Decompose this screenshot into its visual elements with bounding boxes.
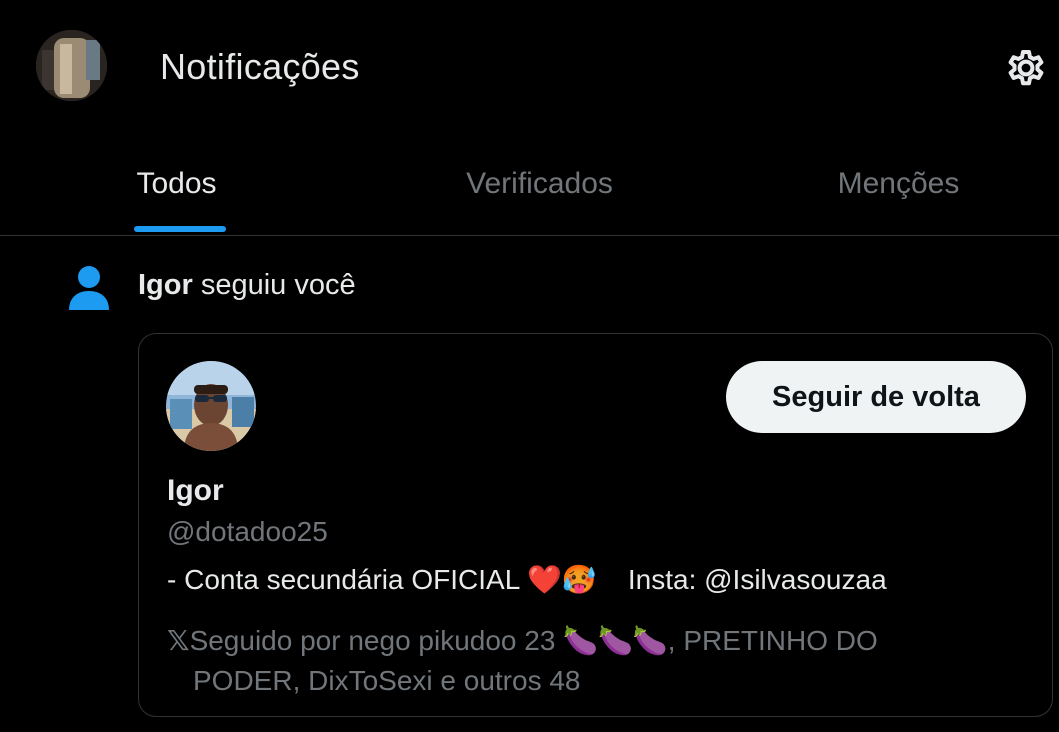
follow-back-button[interactable]: Seguir de volta (726, 361, 1026, 433)
followed-by-text: 𝕏Seguido por nego pikudoo 23 🍆🍆🍆, PRETIN… (167, 621, 1027, 701)
user-handle[interactable]: @dotadoo25 (167, 516, 328, 548)
settings-button[interactable] (998, 40, 1054, 96)
page-title: Notificações (160, 46, 360, 87)
gear-icon (1008, 50, 1044, 86)
user-display-name[interactable]: Igor (167, 474, 224, 508)
tab-label: Verificados (466, 166, 613, 200)
notification-text: Igor seguiu você (138, 269, 356, 302)
followed-by-line1: Seguido por nego pikudoo 23 🍆🍆🍆, PRETINH… (189, 625, 878, 656)
profile-avatar[interactable] (36, 30, 107, 101)
avatar-image (36, 30, 107, 101)
followed-by-line2: PODER, DixToSexi e outros 48 (193, 665, 581, 696)
user-avatar[interactable] (166, 361, 256, 451)
follow-notification[interactable]: Igor seguiu você Seguir de volta Igor @d… (0, 236, 1059, 732)
person-icon (66, 264, 112, 312)
tab-label: Menções (837, 166, 960, 200)
bio-emojis: ❤️🥵 (527, 563, 597, 596)
x-logo-icon: 𝕏 (167, 625, 190, 656)
tab-todos[interactable]: Todos (0, 140, 353, 235)
notification-tabs: Todos Verificados Menções (0, 140, 1059, 236)
top-header: Notificações (0, 0, 1059, 140)
tab-verificados[interactable]: Verificados (363, 140, 716, 235)
actor-name[interactable]: Igor (138, 269, 193, 301)
notification-action: seguiu você (192, 269, 356, 301)
tab-label: Todos (136, 166, 217, 200)
bio-insta: Insta: @Isilvasouzaa (627, 564, 887, 595)
user-card[interactable]: Seguir de volta Igor @dotadoo25 - Conta … (138, 333, 1053, 717)
avatar-image (166, 361, 256, 451)
tab-mencoes[interactable]: Menções (722, 140, 1059, 235)
user-bio: - Conta secundária OFICIAL ❤️🥵 Insta: @I… (167, 563, 1037, 596)
active-tab-indicator (134, 226, 226, 232)
bio-prefix: - Conta secundária OFICIAL (167, 564, 528, 595)
